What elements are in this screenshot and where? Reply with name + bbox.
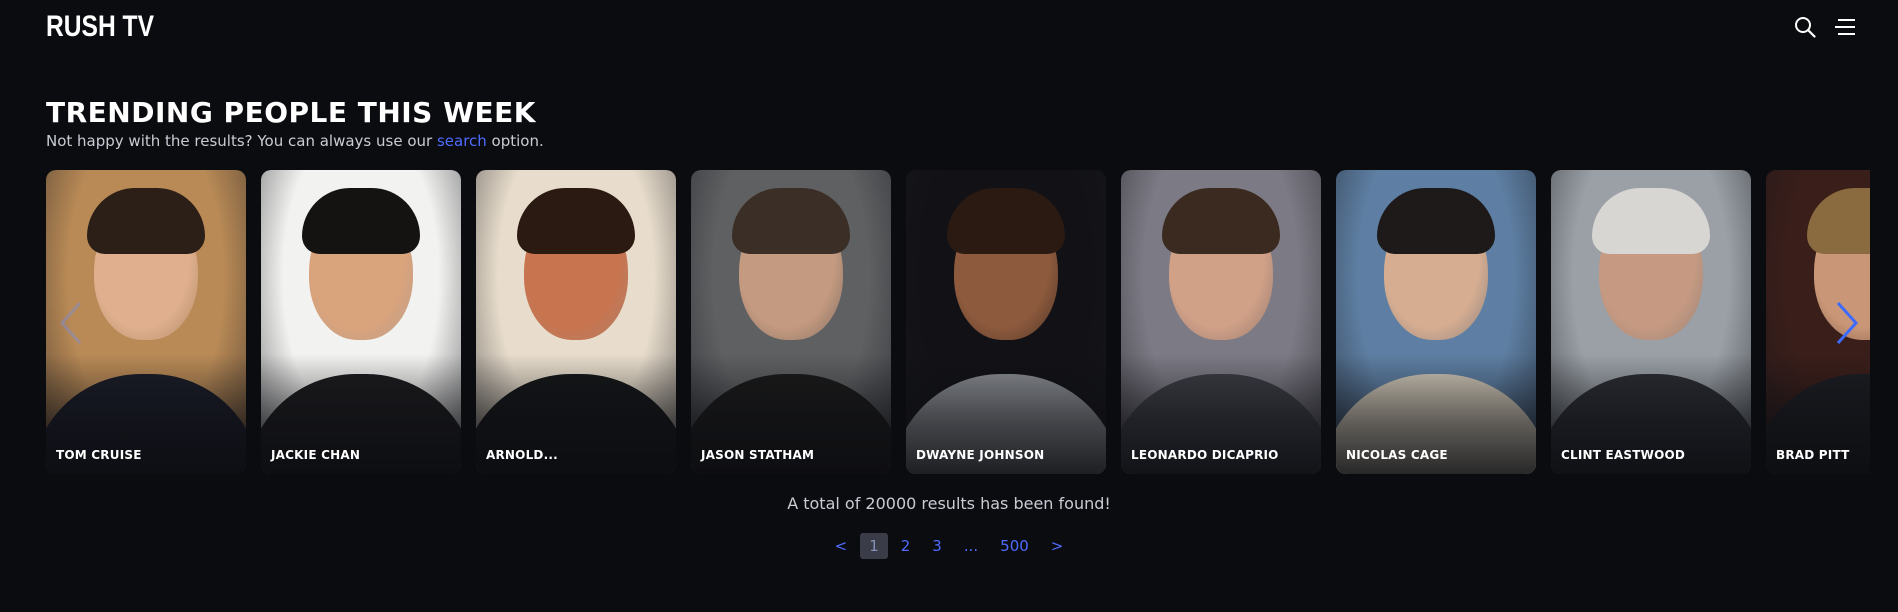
person-card[interactable]: CLINT EASTWOOD xyxy=(1551,170,1751,474)
chevron-right-icon[interactable] xyxy=(1832,300,1862,346)
search-link[interactable]: search xyxy=(437,132,487,150)
menu-icon[interactable] xyxy=(1834,17,1856,37)
search-icon[interactable] xyxy=(1794,16,1816,38)
person-name: ARNOLD... xyxy=(486,448,558,462)
results-count: A total of 20000 results has been found! xyxy=(787,494,1111,513)
person-name: DWAYNE JOHNSON xyxy=(916,448,1045,462)
site-logo[interactable]: RUSH TV xyxy=(46,10,154,44)
person-name: TOM CRUISE xyxy=(56,448,142,462)
person-card[interactable]: JASON STATHAM xyxy=(691,170,891,474)
people-carousel[interactable]: TOM CRUISE JACKIE CHAN ARNOLD... JASON STAT… xyxy=(46,170,1870,474)
page-button-1[interactable]: 1 xyxy=(860,533,888,559)
page-subtitle: Not happy with the results? You can alwa… xyxy=(46,132,544,150)
subtitle-text-before: Not happy with the results? You can alwa… xyxy=(46,132,437,150)
person-card[interactable]: DWAYNE JOHNSON xyxy=(906,170,1106,474)
person-name: NICOLAS CAGE xyxy=(1346,448,1448,462)
person-card[interactable]: ARNOLD... xyxy=(476,170,676,474)
subtitle-text-after: option. xyxy=(486,132,544,150)
page-button-2[interactable]: 2 xyxy=(892,533,920,559)
person-name: JACKIE CHAN xyxy=(271,448,361,462)
page-title: TRENDING PEOPLE THIS WEEK xyxy=(46,96,536,129)
next-page-button[interactable]: > xyxy=(1042,533,1073,559)
top-bar: RUSH TV xyxy=(0,0,1898,60)
person-name: LEONARDO DICAPRIO xyxy=(1131,448,1279,462)
last-page-button[interactable]: 500 xyxy=(991,533,1038,559)
person-card[interactable]: NICOLAS CAGE xyxy=(1336,170,1536,474)
person-card[interactable]: JACKIE CHAN xyxy=(261,170,461,474)
prev-page-button[interactable]: < xyxy=(826,533,857,559)
header-actions xyxy=(1794,16,1856,38)
pagination: < 1 2 3 ... 500 > xyxy=(0,533,1898,559)
carousel-track: TOM CRUISE JACKIE CHAN ARNOLD... JASON STAT… xyxy=(46,170,1870,474)
person-card[interactable]: LEONARDO DICAPRIO xyxy=(1121,170,1321,474)
person-name: CLINT EASTWOOD xyxy=(1561,448,1686,462)
person-name: BRAD PITT xyxy=(1776,448,1850,462)
page-button-3[interactable]: 3 xyxy=(923,533,951,559)
pagination-ellipsis: ... xyxy=(963,537,979,555)
person-name: JASON STATHAM xyxy=(701,448,815,462)
chevron-left-icon[interactable] xyxy=(56,300,86,346)
